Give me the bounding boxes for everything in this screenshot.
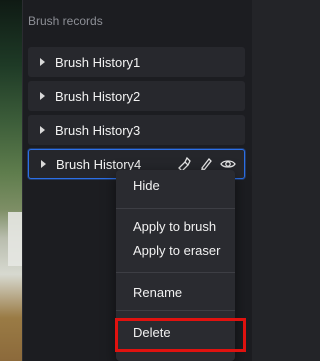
expand-caret-icon[interactable] [40,58,45,66]
record-label: Brush History2 [55,88,141,104]
menu-item-apply-to-brush[interactable]: Apply to brush [116,217,235,237]
menu-separator [116,208,235,209]
delete-highlight-box [115,318,246,352]
menu-separator [116,310,235,311]
record-item-brush-history-2[interactable]: Brush History2 [28,81,245,111]
expand-caret-icon[interactable] [40,92,45,100]
record-label: Brush History3 [55,122,141,138]
record-item-brush-history-3[interactable]: Brush History3 [28,115,245,145]
record-item-brush-history-1[interactable]: Brush History1 [28,47,245,77]
menu-item-hide[interactable]: Hide [116,176,235,196]
expand-caret-icon[interactable] [40,126,45,134]
record-label: Brush History1 [55,54,141,70]
menu-item-rename[interactable]: Rename [116,283,235,303]
panel-title: Brush records [28,14,103,28]
brush-records-list: Brush History1 Brush History2 Brush Hist… [28,47,245,183]
menu-item-apply-to-eraser[interactable]: Apply to eraser [116,241,235,261]
expand-caret-icon[interactable] [41,160,46,168]
menu-separator [116,272,235,273]
